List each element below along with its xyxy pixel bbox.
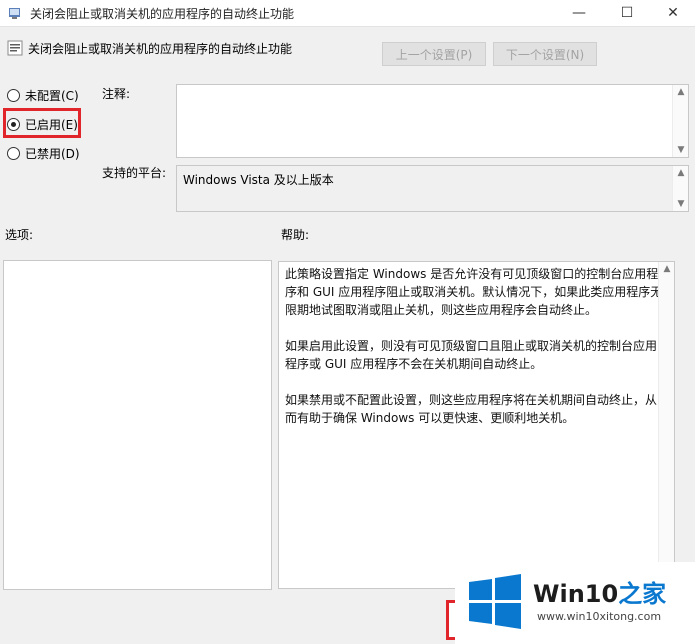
help-label: 帮助: xyxy=(281,228,310,242)
title-bar: 关闭会阻止或取消关机的应用程序的自动终止功能 — ☐ ✕ xyxy=(0,0,695,27)
comment-textarea[interactable]: ▲ ▼ xyxy=(176,84,689,158)
scroll-down-icon[interactable]: ▼ xyxy=(673,199,689,209)
next-setting-button[interactable]: 下一个设置(N) xyxy=(493,42,597,66)
scroll-down-icon[interactable]: ▼ xyxy=(673,145,689,155)
platform-scrollbar[interactable]: ▲ ▼ xyxy=(672,166,688,211)
platform-value: Windows Vista 及以上版本 xyxy=(183,173,334,187)
brand-main: Win10 xyxy=(533,580,619,608)
minimize-icon: — xyxy=(572,5,586,21)
brand-accent: 之家 xyxy=(618,580,667,608)
radio-label: 未配置(C) xyxy=(25,88,79,103)
help-panel: 此策略设置指定 Windows 是否允许没有可见顶级窗口的控制台应用程序和 GU… xyxy=(278,261,675,589)
maximize-icon: ☐ xyxy=(620,5,634,21)
policy-title: 关闭会阻止或取消关机的应用程序的自动终止功能 xyxy=(28,42,293,56)
watermark-url: www.win10xitong.com xyxy=(537,610,662,623)
watermark-logo: Win10之家 www.win10xitong.com xyxy=(455,562,695,644)
radio-unchecked-icon xyxy=(7,146,20,160)
scroll-up-icon[interactable]: ▲ xyxy=(659,264,675,274)
prev-setting-button[interactable]: 上一个设置(P) xyxy=(382,42,486,66)
windows-logo-icon xyxy=(469,574,521,629)
scroll-up-icon[interactable]: ▲ xyxy=(673,87,689,97)
comment-scrollbar[interactable]: ▲ ▼ xyxy=(672,85,688,157)
minimize-button[interactable]: — xyxy=(556,0,602,26)
close-button[interactable]: ✕ xyxy=(650,0,695,26)
help-scrollbar[interactable]: ▲ ▼ xyxy=(658,262,674,588)
help-paragraph: 此策略设置指定 Windows 是否允许没有可见顶级窗口的控制台应用程序和 GU… xyxy=(285,267,663,317)
enabled-highlight-box xyxy=(3,108,81,138)
maximize-button[interactable]: ☐ xyxy=(604,0,650,26)
radio-label: 已禁用(D) xyxy=(25,146,80,161)
policy-setting-icon xyxy=(7,40,23,56)
help-paragraph: 如果禁用或不配置此设置，则这些应用程序将在关机期间自动终止，从而有助于确保 Wi… xyxy=(285,393,658,425)
window-title: 关闭会阻止或取消关机的应用程序的自动终止功能 xyxy=(30,7,295,21)
comment-label: 注释: xyxy=(102,87,131,101)
policy-icon xyxy=(9,8,20,19)
platform-label: 支持的平台: xyxy=(102,166,167,180)
radio-disabled[interactable]: 已禁用(D) xyxy=(7,144,80,162)
options-label: 选项: xyxy=(5,228,34,242)
help-text: 此策略设置指定 Windows 是否允许没有可见顶级窗口的控制台应用程序和 GU… xyxy=(285,265,665,445)
radio-unchecked-icon xyxy=(7,88,20,102)
options-panel xyxy=(3,260,272,590)
platform-field: Windows Vista 及以上版本 ▲ ▼ xyxy=(176,165,689,212)
help-paragraph: 如果启用此设置，则没有可见顶级窗口且阻止或取消关机的控制台应用程序或 GUI 应… xyxy=(285,339,658,371)
watermark-brand: Win10之家 xyxy=(533,574,666,609)
radio-not-configured[interactable]: 未配置(C) xyxy=(7,86,79,104)
close-icon: ✕ xyxy=(667,5,679,21)
scroll-up-icon[interactable]: ▲ xyxy=(673,168,689,178)
